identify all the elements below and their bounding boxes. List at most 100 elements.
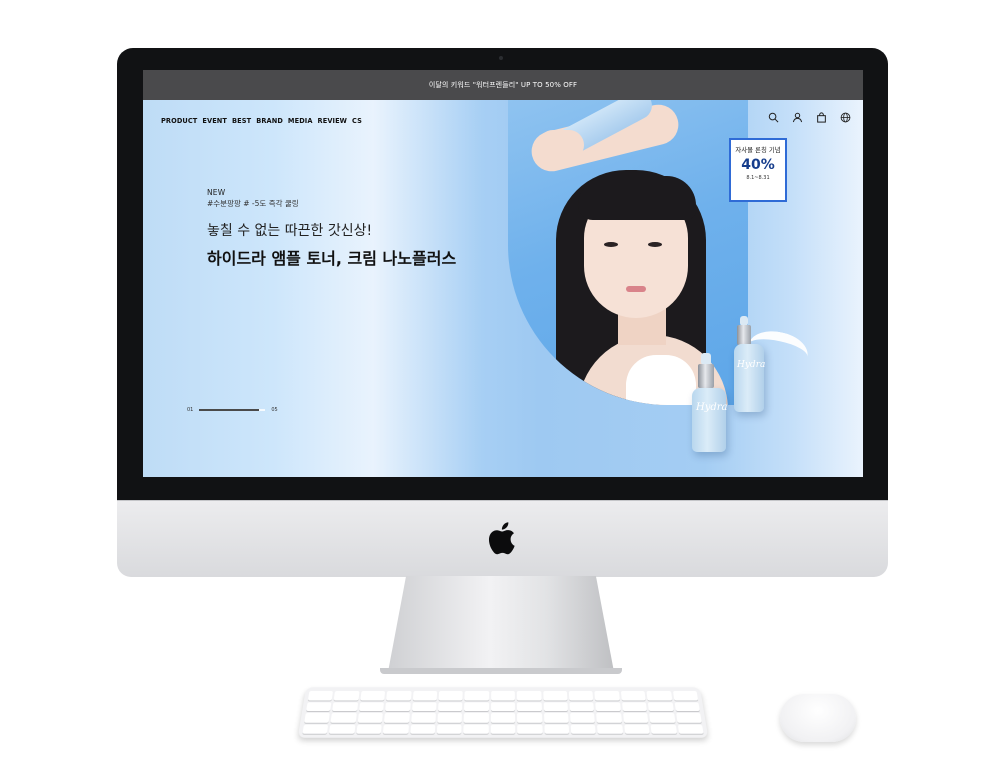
slide-pager[interactable]: 01 05 — [187, 407, 278, 413]
keyboard-key — [543, 701, 568, 712]
keyboard-key — [650, 724, 677, 734]
keyboard-key — [622, 712, 649, 723]
keyboard-key — [437, 712, 463, 723]
keyboard-key — [385, 701, 411, 712]
bottle-label: Hydra — [737, 360, 766, 370]
bottle-label: Hydra — [696, 402, 728, 413]
keyboard-key — [412, 691, 438, 700]
header-icons — [768, 112, 851, 123]
keyboard-key — [436, 724, 462, 734]
nav-item-cs[interactable]: CS — [352, 117, 362, 125]
keyboard-key — [542, 691, 568, 700]
keyboard-key — [544, 724, 570, 734]
monitor-stand-foot — [380, 668, 622, 674]
keyboard-key — [490, 701, 516, 712]
keyboard-key — [357, 712, 384, 723]
keyboard-key — [463, 724, 489, 734]
keyboard-key — [383, 724, 409, 734]
model-eye-right — [648, 242, 662, 247]
keyboard-key — [624, 724, 650, 734]
keyboard-key — [360, 691, 386, 700]
keyboard-key — [304, 712, 331, 723]
keyboard-key — [464, 701, 489, 712]
keyboard-key — [438, 691, 464, 700]
nav-item-event[interactable]: EVENT — [202, 117, 227, 125]
pager-progress — [199, 409, 259, 411]
pager-current: 01 — [187, 407, 194, 413]
product-bottle-front[interactable]: Hydra — [692, 388, 728, 452]
keyboard-key — [570, 724, 597, 734]
cart-icon[interactable] — [816, 112, 827, 123]
user-icon[interactable] — [792, 112, 803, 123]
promo-bar[interactable]: 이달의 키워드 "워터프렌들리" UP TO 50% OFF — [143, 70, 863, 100]
keyboard-key — [646, 691, 672, 700]
keyboard-key — [596, 712, 622, 723]
bottle-cap — [698, 364, 714, 388]
apple-logo-icon — [488, 522, 515, 555]
badge-dates: 8.1~8.31 — [746, 175, 770, 181]
keyboard-key — [330, 712, 357, 723]
keyboard-key — [649, 712, 676, 723]
keyboard-key — [620, 691, 646, 700]
keyboard-key — [595, 701, 621, 712]
keyboard-key — [675, 712, 702, 723]
search-icon[interactable] — [768, 112, 779, 123]
globe-icon[interactable] — [840, 112, 851, 123]
keyboard-key — [411, 701, 437, 712]
model-eye-left — [604, 242, 618, 247]
keyboard-key — [384, 712, 410, 723]
badge-percent: 40% — [741, 157, 775, 173]
promo-badge[interactable]: 자사몰 론칭 기념 40% 8.1~8.31 — [729, 138, 787, 202]
model-bangs — [578, 176, 696, 220]
pager-total: 05 — [271, 407, 278, 413]
nav-item-media[interactable]: MEDIA — [288, 117, 313, 125]
model-lips — [626, 286, 646, 292]
keyboard-key — [386, 691, 412, 700]
keyboard-key — [334, 691, 360, 700]
keyboard-key — [329, 724, 356, 734]
keyboard-key — [438, 701, 463, 712]
mouse — [780, 694, 856, 742]
bottle-cap — [737, 325, 751, 345]
hero-hashtags: #수분팡팡 # -5도 즉각 쿨링 — [207, 199, 299, 208]
product-bottle-back: Hydra — [734, 344, 766, 412]
keyboard-key — [356, 724, 382, 734]
keyboard-key — [621, 701, 648, 712]
keyboard-key — [490, 691, 516, 700]
keyboard-key — [464, 712, 489, 723]
keyboard-key — [464, 691, 490, 700]
keyboard-key — [302, 724, 329, 734]
pager-track[interactable] — [199, 409, 266, 411]
hero-new-tag: NEW — [207, 188, 226, 197]
screen: 이달의 키워드 "워터프렌들리" UP TO 50% OFF PRODUCT E… — [143, 70, 863, 477]
nav-item-review[interactable]: REVIEW — [318, 117, 348, 125]
keyboard-key — [490, 712, 516, 723]
nav-item-best[interactable]: BEST — [232, 117, 251, 125]
keyboard-key — [517, 712, 542, 723]
model-top — [626, 355, 696, 405]
keyboard-key — [543, 712, 569, 723]
keyboard-key — [674, 701, 700, 712]
keyboard-key — [677, 724, 704, 734]
keyboard — [297, 687, 709, 738]
hero-model-image — [508, 100, 748, 405]
keyboard-key — [516, 691, 542, 700]
nav-item-product[interactable]: PRODUCT — [161, 117, 197, 125]
keyboard-key — [570, 712, 596, 723]
keyboard-key — [306, 701, 332, 712]
keyboard-key — [358, 701, 385, 712]
camera — [499, 56, 503, 60]
monitor-stand — [388, 576, 614, 672]
keyboard-key — [647, 701, 674, 712]
badge-title: 자사몰 론칭 기념 — [735, 146, 781, 154]
hero-title[interactable]: 하이드라 앰플 토너, 크림 나노플러스 — [207, 245, 456, 269]
keyboard-key — [410, 712, 436, 723]
main-nav: PRODUCT EVENT BEST BRAND MEDIA REVIEW CS — [161, 117, 362, 125]
keyboard-key — [517, 701, 542, 712]
keyboard-key — [569, 701, 595, 712]
keyboard-key — [594, 691, 620, 700]
keyboard-key — [490, 724, 516, 734]
nav-item-brand[interactable]: BRAND — [256, 117, 283, 125]
keyboard-key — [307, 691, 334, 700]
keyboard-key — [672, 691, 699, 700]
